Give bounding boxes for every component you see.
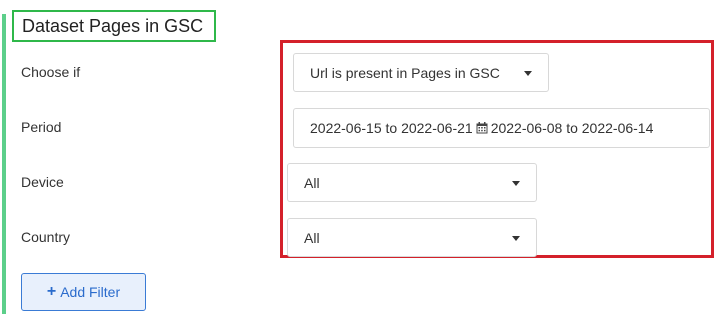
device-label: Device [21,174,64,190]
chevron-down-icon [512,180,520,186]
plus-icon: + [46,283,57,300]
period-label: Period [21,119,62,135]
chevron-down-icon [512,235,520,241]
country-select[interactable]: All [287,218,537,257]
period-date-range-input[interactable]: 2022-06-15 to 2022-06-21 2022-06-08 to 2… [293,108,710,148]
add-filter-button[interactable]: + Add Filter [21,273,146,311]
choose-if-value: Url is present in Pages in GSC [310,64,500,81]
choose-if-select[interactable]: Url is present in Pages in GSC [293,53,549,92]
choose-if-label: Choose if [21,64,81,80]
chevron-down-icon [524,70,532,76]
calendar-icon[interactable] [476,122,488,134]
section-accent-bar [2,14,6,314]
section-title: Dataset Pages in GSC [12,10,216,42]
section-title-text: Dataset Pages in GSC [22,15,204,36]
country-label: Country [21,229,71,245]
device-value: All [304,174,320,191]
add-filter-label: Add Filter [60,284,121,300]
device-select[interactable]: All [287,163,537,202]
period-range-compare: 2022-06-08 to 2022-06-14 [490,120,654,136]
country-value: All [304,229,320,246]
period-range-current: 2022-06-15 to 2022-06-21 [310,120,473,136]
